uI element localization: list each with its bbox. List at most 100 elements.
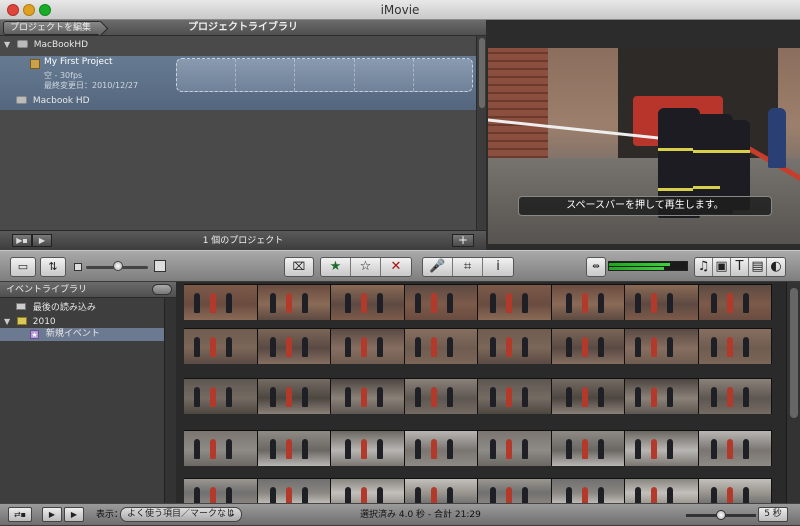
event-clip-browser[interactable] <box>176 282 800 504</box>
reject-button[interactable]: ✕ <box>381 258 411 276</box>
crop-icon: ⌗ <box>463 259 472 274</box>
project-storyboard-placeholder[interactable] <box>176 58 473 92</box>
clip-thumbnail[interactable] <box>257 285 331 320</box>
clip-thumbnail[interactable] <box>698 379 772 414</box>
browser-scrollbar[interactable] <box>786 282 800 503</box>
add-to-project-button[interactable]: ⌧ <box>284 257 314 277</box>
clip-thumbnail[interactable] <box>404 329 478 364</box>
unmark-button[interactable]: ☆ <box>351 258 381 276</box>
clip-thumbnail[interactable] <box>551 379 625 414</box>
clip-thumbnail[interactable] <box>331 285 405 320</box>
play-event-fullscreen-button[interactable]: ▶ <box>42 507 62 522</box>
swap-button[interactable]: ⇄▪ <box>8 507 32 522</box>
drive-row-macbookhd[interactable]: ▼ MacBookHD <box>4 38 88 52</box>
event-item-new-event[interactable]: ★ 新規イベント <box>0 328 164 341</box>
clip-thumbnail[interactable] <box>331 379 405 414</box>
clip-filmstrip[interactable] <box>184 378 772 414</box>
clip-duration-slider-thumb[interactable] <box>716 510 726 520</box>
clip-thumbnail[interactable] <box>625 479 699 504</box>
clip-thumbnail[interactable] <box>404 479 478 504</box>
clip-thumbnail[interactable] <box>478 285 552 320</box>
clip-filmstrip[interactable] <box>184 478 772 504</box>
add-project-button[interactable]: + <box>452 234 474 247</box>
clip-thumbnail[interactable] <box>625 431 699 466</box>
title-browser-button[interactable]: T <box>731 258 749 276</box>
last-import-icon <box>16 303 26 310</box>
clip-thumbnail[interactable] <box>404 431 478 466</box>
clip-thumbnail[interactable] <box>184 479 258 504</box>
edit-project-button[interactable]: プロジェクトを編集 <box>3 21 101 35</box>
clip-thumbnail[interactable] <box>478 479 552 504</box>
clip-filmstrip[interactable] <box>184 328 772 364</box>
play-event-button[interactable]: ▶ <box>64 507 84 522</box>
clip-thumbnail[interactable] <box>257 379 331 414</box>
zoom-window-button[interactable] <box>39 4 51 16</box>
clip-thumbnail[interactable] <box>404 379 478 414</box>
crop-button[interactable]: ⌗ <box>453 258 483 276</box>
music-icon: ♫ <box>697 259 710 274</box>
clip-thumbnail[interactable] <box>257 479 331 504</box>
clip-thumbnail[interactable] <box>625 329 699 364</box>
video-viewer[interactable]: スペースバーを押して再生します。 <box>486 20 800 250</box>
project-library-header: プロジェクトライブラリ プロジェクトを編集 <box>0 20 486 36</box>
audio-skimming-toggle[interactable]: ⇹ <box>586 257 606 277</box>
clip-thumbnail[interactable] <box>478 329 552 364</box>
event-item-last-import[interactable]: 最後の読み込み <box>16 302 96 315</box>
clip-filmstrip[interactable] <box>184 430 772 466</box>
clip-thumbnail[interactable] <box>257 431 331 466</box>
swap-events-projects-button[interactable]: ⇅ <box>40 257 66 277</box>
music-browser-button[interactable]: ♫ <box>695 258 713 276</box>
clip-thumbnail[interactable] <box>625 379 699 414</box>
disclosure-triangle-icon[interactable]: ▼ <box>4 315 14 328</box>
clip-thumbnail[interactable] <box>331 431 405 466</box>
transition-browser-button[interactable]: ▤ <box>749 258 767 276</box>
clip-thumbnail[interactable] <box>331 479 405 504</box>
project-list-scrollbar[interactable] <box>476 36 486 230</box>
clip-thumbnail[interactable] <box>551 329 625 364</box>
viewer-frame-image: スペースバーを押して再生します。 <box>488 48 800 244</box>
clip-thumbnail[interactable] <box>551 285 625 320</box>
thumbnail-size-slider-thumb[interactable] <box>113 261 123 271</box>
scrollbar-thumb[interactable] <box>479 38 485 108</box>
clip-thumbnail[interactable] <box>331 329 405 364</box>
clip-thumbnail[interactable] <box>184 431 258 466</box>
clip-thumbnail[interactable] <box>404 285 478 320</box>
event-library-toggle[interactable] <box>152 284 172 295</box>
project-modified-date: 最終変更日：2010/12/27 <box>44 81 139 90</box>
minimize-window-button[interactable] <box>23 4 35 16</box>
scrollbar-thumb[interactable] <box>790 288 798 418</box>
drive-row-macbook-hd[interactable]: Macbook HD <box>16 94 90 108</box>
clip-thumbnail[interactable] <box>478 379 552 414</box>
clip-thumbnail[interactable] <box>698 285 772 320</box>
clip-thumbnail[interactable] <box>698 431 772 466</box>
camera-import-button[interactable]: ▭ <box>10 257 36 277</box>
mic-icon: 🎤 <box>429 259 446 274</box>
show-filter-select[interactable]: よく使う項目／マークなし ⇕ <box>120 507 242 522</box>
photo-browser-button[interactable]: ▣ <box>713 258 731 276</box>
clip-thumbnail[interactable] <box>184 329 258 364</box>
favorite-button[interactable]: ★ <box>321 258 351 276</box>
clip-thumbnail[interactable] <box>257 329 331 364</box>
event-list-scrollbar[interactable] <box>164 298 176 503</box>
voiceover-button[interactable]: 🎤 <box>423 258 453 276</box>
clip-thumbnail[interactable] <box>551 431 625 466</box>
clip-thumbnail[interactable] <box>625 285 699 320</box>
clip-thumbnail[interactable] <box>184 379 258 414</box>
close-window-button[interactable] <box>7 4 19 16</box>
clip-thumbnail[interactable] <box>478 431 552 466</box>
audio-level-meter <box>608 261 688 271</box>
event-item-2010[interactable]: ▼ 2010 <box>4 315 56 328</box>
map-browser-button[interactable]: ◐ <box>767 258 785 276</box>
play-project-button[interactable]: ▶ <box>32 234 52 247</box>
reject-x-icon: ✕ <box>390 259 402 274</box>
clip-thumbnail[interactable] <box>551 479 625 504</box>
clip-duration-label: 5 秒 <box>758 507 788 522</box>
disclosure-triangle-icon[interactable]: ▼ <box>4 38 14 52</box>
clip-thumbnail[interactable] <box>698 329 772 364</box>
clip-filmstrip[interactable] <box>184 284 772 320</box>
project-library-footer: 1 個のプロジェクト ▶▪ ▶ + <box>0 230 486 250</box>
play-fullscreen-button[interactable]: ▶▪ <box>12 234 32 247</box>
clip-thumbnail[interactable] <box>184 285 258 320</box>
clip-thumbnail[interactable] <box>698 479 772 504</box>
inspector-button[interactable]: i <box>483 258 513 276</box>
